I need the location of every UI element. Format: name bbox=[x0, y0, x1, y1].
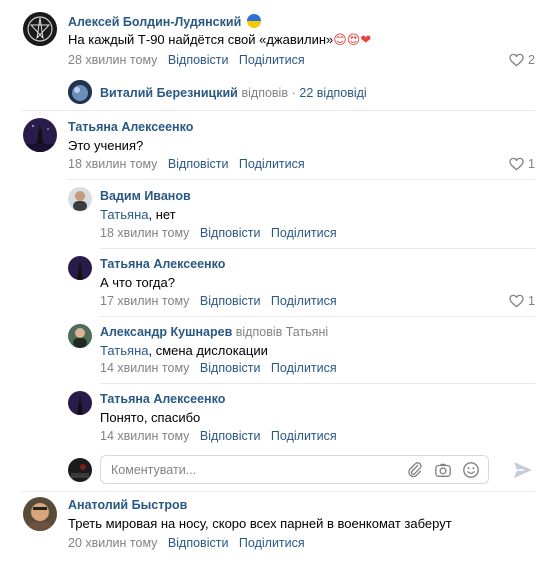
person-avatar-icon bbox=[23, 497, 57, 531]
reply-button[interactable]: Відповісти bbox=[168, 53, 229, 67]
like-button[interactable]: 2 bbox=[509, 53, 535, 67]
comment-meta: 28 хвилин тому Відповісти Поділитися bbox=[68, 53, 305, 67]
comment-meta: 20 хвилин тому Відповісти Поділитися bbox=[68, 536, 305, 550]
reply-body: , нет bbox=[148, 207, 176, 222]
timestamp[interactable]: 14 хвилин тому bbox=[100, 361, 189, 375]
reply-button[interactable]: Відповісти bbox=[200, 226, 261, 240]
avatar[interactable] bbox=[23, 497, 57, 531]
avatar bbox=[68, 80, 92, 104]
timestamp[interactable]: 20 хвилин тому bbox=[68, 536, 157, 550]
heart-icon bbox=[509, 53, 524, 67]
divider bbox=[22, 110, 535, 111]
camera-icon[interactable] bbox=[434, 461, 452, 479]
attach-icon[interactable] bbox=[406, 461, 424, 479]
share-button[interactable]: Поділитися bbox=[271, 294, 337, 308]
like-count: 2 bbox=[528, 53, 535, 67]
share-button[interactable]: Поділитися bbox=[271, 226, 337, 240]
like-count: 1 bbox=[528, 157, 535, 171]
avatar[interactable] bbox=[68, 391, 92, 415]
thread-preview[interactable]: Виталий Березницкий відповів · 22 відпов… bbox=[68, 80, 367, 104]
reply-author[interactable]: Вадим Иванов bbox=[100, 189, 191, 203]
comment-input[interactable]: Коментувати... bbox=[100, 455, 489, 484]
timestamp[interactable]: 17 хвилин тому bbox=[100, 294, 189, 308]
thread-replied-label: відповів bbox=[241, 85, 288, 100]
night-tower-avatar-icon bbox=[23, 118, 57, 152]
reply-meta: 18 хвилин тому Відповісти Поділитися bbox=[100, 226, 337, 240]
comment-body: На каждый Т-90 найдётся свой «джавилин» bbox=[68, 32, 334, 47]
comment-text: Это учения? bbox=[68, 138, 144, 153]
avatar[interactable] bbox=[68, 324, 92, 348]
share-button[interactable]: Поділитися bbox=[239, 157, 305, 171]
reply-text: Татьяна, смена дислокации bbox=[100, 343, 268, 358]
person-avatar-icon bbox=[68, 187, 92, 211]
timestamp[interactable]: 18 хвилин тому bbox=[68, 157, 157, 171]
mention-link[interactable]: Татьяна bbox=[100, 343, 148, 358]
ukraine-flag-icon bbox=[246, 14, 261, 28]
share-button[interactable]: Поділитися bbox=[271, 429, 337, 443]
mention-link[interactable]: Татьяна bbox=[100, 207, 148, 222]
divider bbox=[68, 179, 535, 180]
timestamp[interactable]: 28 хвилин тому bbox=[68, 53, 157, 67]
replies-count-link[interactable]: 22 відповіді bbox=[299, 86, 366, 100]
reply-meta: 14 хвилин тому Відповісти Поділитися bbox=[100, 361, 337, 375]
share-button[interactable]: Поділитися bbox=[239, 53, 305, 67]
comment-author[interactable]: Анатолий Быстров bbox=[68, 498, 187, 512]
like-button[interactable]: 1 bbox=[509, 157, 535, 171]
timestamp[interactable]: 14 хвилин тому bbox=[100, 429, 189, 443]
reply-author[interactable]: Татьяна Алексеенко bbox=[100, 392, 225, 406]
separator: · bbox=[291, 85, 296, 100]
heart-icon bbox=[509, 294, 524, 308]
reply-body: , смена дислокации bbox=[148, 343, 268, 358]
reply-author[interactable]: Александр Кушнарев відповів Татьяні bbox=[100, 325, 328, 339]
comment-author[interactable]: Татьяна Алексеенко bbox=[68, 120, 193, 134]
reply-button[interactable]: Відповісти bbox=[200, 294, 261, 308]
reply-author[interactable]: Татьяна Алексеенко bbox=[100, 257, 225, 271]
author-name[interactable]: Алексей Болдин-Лудянский bbox=[68, 15, 241, 29]
reply-button[interactable]: Відповісти bbox=[200, 361, 261, 375]
divider bbox=[22, 491, 535, 492]
reply-to-label: відповів Татьяні bbox=[235, 325, 329, 339]
reply-meta: 14 хвилин тому Відповісти Поділитися bbox=[100, 429, 337, 443]
avatar[interactable] bbox=[68, 256, 92, 280]
reply-text: Татьяна, нет bbox=[100, 207, 176, 222]
reply-text: Понято, спасибо bbox=[100, 410, 201, 425]
reply-button[interactable]: Відповісти bbox=[168, 157, 229, 171]
thread-author[interactable]: Виталий Березницкий bbox=[100, 86, 238, 100]
comment-author[interactable]: Алексей Болдин-Лудянский bbox=[68, 14, 261, 29]
timestamp[interactable]: 18 хвилин тому bbox=[100, 226, 189, 240]
send-icon[interactable] bbox=[512, 460, 534, 480]
reply-button[interactable]: Відповісти bbox=[200, 429, 261, 443]
night-tower-avatar-icon bbox=[68, 256, 92, 280]
night-tower-avatar-icon bbox=[68, 391, 92, 415]
user-avatar-icon bbox=[68, 458, 92, 482]
reply-meta: 17 хвилин тому Відповісти Поділитися bbox=[100, 294, 337, 308]
like-button[interactable]: 1 bbox=[509, 294, 535, 308]
comment-meta: 18 хвилин тому Відповісти Поділитися bbox=[68, 157, 305, 171]
like-count: 1 bbox=[528, 294, 535, 308]
divider bbox=[100, 316, 535, 317]
divider bbox=[100, 383, 535, 384]
divider bbox=[100, 248, 535, 249]
comment-input-placeholder: Коментувати... bbox=[111, 463, 197, 477]
person-avatar-icon bbox=[68, 324, 92, 348]
emoji-icon[interactable] bbox=[462, 461, 480, 479]
comment-text: На каждый Т-90 найдётся свой «джавилин»😊… bbox=[68, 32, 371, 48]
avatar[interactable] bbox=[23, 118, 57, 152]
comment-text: Треть мировая на носу, скоро всех парней… bbox=[68, 516, 452, 531]
reply-button[interactable]: Відповісти bbox=[168, 536, 229, 550]
share-button[interactable]: Поділитися bbox=[271, 361, 337, 375]
pentagram-avatar-icon bbox=[23, 12, 57, 46]
emoji-smile-heart-icon: 😊😍❤ bbox=[333, 32, 372, 47]
reply-text: А что тогда? bbox=[100, 275, 175, 290]
planet-avatar-icon bbox=[68, 80, 92, 104]
composer-tools bbox=[406, 461, 480, 479]
avatar[interactable] bbox=[68, 187, 92, 211]
avatar[interactable] bbox=[23, 12, 57, 46]
current-user-avatar bbox=[68, 458, 92, 482]
heart-icon bbox=[509, 157, 524, 171]
author-name[interactable]: Александр Кушнарев bbox=[100, 325, 232, 339]
share-button[interactable]: Поділитися bbox=[239, 536, 305, 550]
